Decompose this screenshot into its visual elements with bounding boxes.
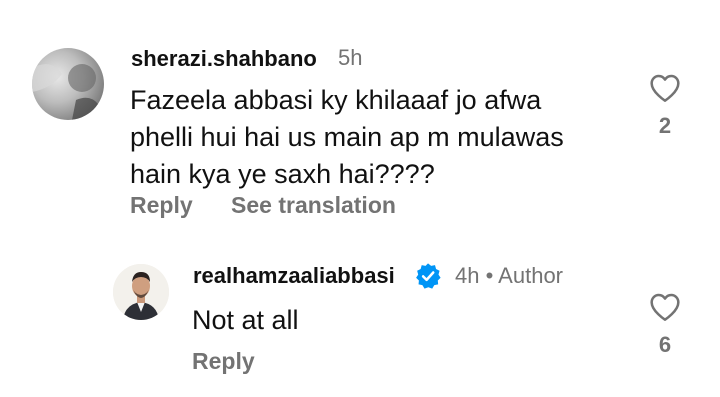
reply-actions: Reply bbox=[192, 348, 287, 375]
comment-text-line: Fazeela abbasi ky khilaaaf jo afwa bbox=[130, 85, 542, 115]
avatar-image bbox=[32, 64, 98, 120]
reply-button[interactable]: Reply bbox=[192, 348, 255, 374]
comment-actions: Reply See translation bbox=[130, 192, 428, 219]
see-translation-button[interactable]: See translation bbox=[231, 192, 396, 218]
comment-text-line: phelli hui hai us main ap m mulawas bbox=[130, 122, 564, 152]
comment-text: Fazeela abbasi ky khilaaaf jo afwa phell… bbox=[130, 82, 564, 193]
like-control: 2 bbox=[635, 73, 695, 139]
heart-outline-icon[interactable] bbox=[649, 73, 681, 103]
comment-timestamp: 5h bbox=[338, 45, 363, 70]
like-control: 6 bbox=[635, 292, 695, 358]
heart-outline-icon[interactable] bbox=[649, 292, 681, 322]
reply-timestamp: 4h • Author bbox=[455, 263, 564, 288]
like-count: 2 bbox=[658, 113, 672, 138]
avatar-image bbox=[113, 264, 169, 320]
comment-text-line: hain kya ye saxh hai???? bbox=[130, 159, 435, 189]
reply-button[interactable]: Reply bbox=[130, 192, 193, 218]
like-count: 6 bbox=[658, 332, 672, 357]
verified-badge-icon bbox=[416, 263, 441, 289]
comment-username[interactable]: sherazi.shahbano bbox=[131, 46, 317, 72]
avatar[interactable] bbox=[32, 48, 104, 120]
avatar[interactable] bbox=[113, 264, 169, 320]
reply-text: Not at all bbox=[192, 305, 299, 335]
reply-username[interactable]: realhamzaaliabbasi bbox=[193, 263, 395, 289]
